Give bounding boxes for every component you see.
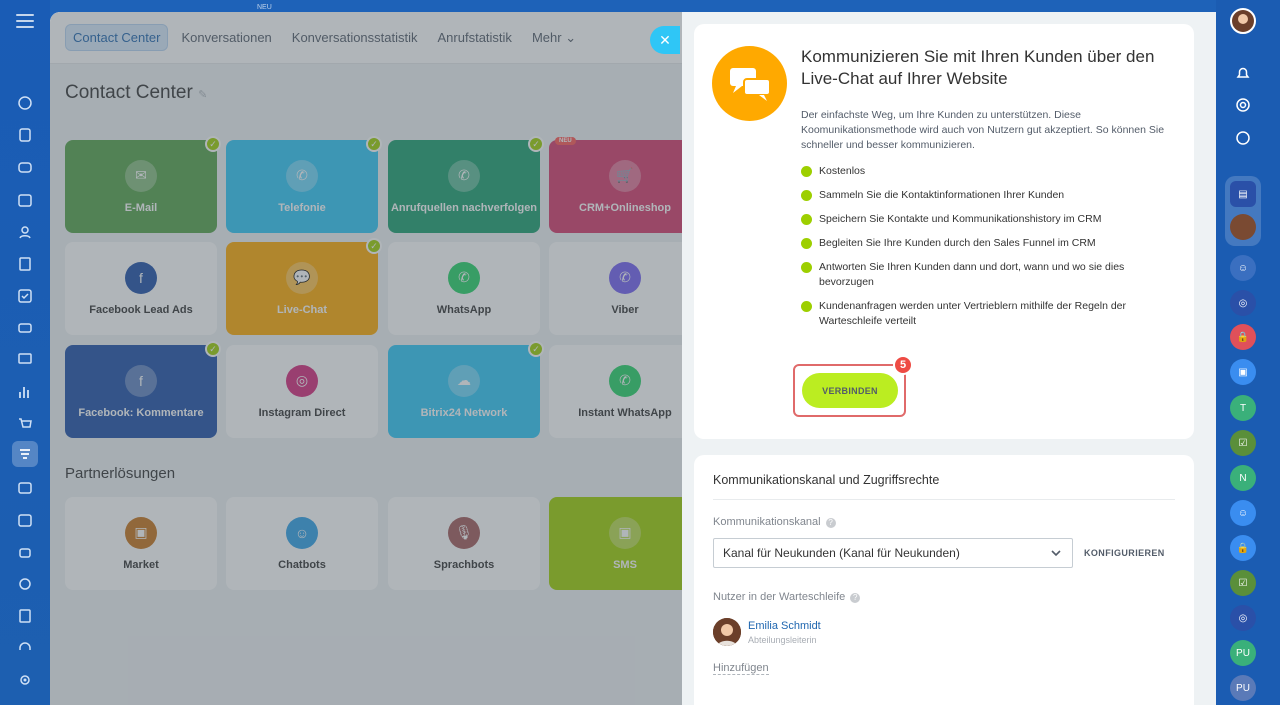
sidebar-item-time[interactable] [12,507,38,533]
avatar [713,618,741,646]
avatar-n[interactable]: N [1230,465,1256,491]
close-icon: ✕ [659,31,671,48]
divider [713,499,1175,500]
chat-icon[interactable]: ▤ [1230,181,1256,207]
new-tag: NEU [257,4,272,11]
sidebar-item-files[interactable] [12,251,38,277]
list-item: Antworten Sie Ihren Kunden dann und dort… [801,260,1171,290]
queue-label: Nutzer in der Warteschleife? [713,591,861,603]
sidebar-item-chat[interactable] [12,155,38,181]
bell-icon[interactable] [1230,60,1256,86]
list-item: Sammeln Sie die Kontaktinformationen Ihr… [801,188,1171,203]
step-badge: 5 [893,355,913,375]
check-icon [801,190,812,201]
sidebar-item-docs[interactable] [12,122,38,148]
sidebar-item-sign[interactable] [12,603,38,629]
settings-card: Kommunikationskanal und Zugriffsrechte K… [694,455,1194,705]
chat-icon [712,46,787,121]
group-avatar[interactable]: ☺ [1230,500,1256,526]
lock-icon[interactable]: 🔒 [1230,324,1256,350]
sidebar-item-shop[interactable] [12,411,38,437]
sidebar-item-automation[interactable] [12,571,38,597]
check-icon [801,166,812,177]
chevron-down-icon [1051,550,1061,557]
radar-icon[interactable] [1230,92,1256,118]
user-role: Abteilungsleiterin [748,635,817,645]
settings-title: Kommunikationskanal und Zugriffsrechte [713,473,940,487]
connect-button[interactable]: VERBINDEN [802,373,898,408]
avatar-pu[interactable]: PU [1230,675,1256,701]
close-panel-button[interactable]: ✕ [650,26,680,54]
connect-highlight: VERBINDEN [793,364,906,417]
sidebar-item-calendar[interactable] [12,187,38,213]
search-chat-icon[interactable] [1230,125,1256,151]
left-sidebar [0,0,50,705]
avatar-t[interactable]: T [1230,395,1256,421]
sidebar-item-groups[interactable] [12,219,38,245]
sidebar-item-crm[interactable] [12,315,38,341]
feature-list: Kostenlos Sammeln Sie die Kontaktinforma… [801,164,1171,338]
help-icon[interactable]: ? [825,518,836,528]
user-name-link[interactable]: Emilia Schmidt [748,620,821,632]
list-item: Speichern Sie Kontakte und Kommunikation… [801,212,1171,227]
right-bar: ▤ ☺ ◎ 🔒 ▣ T ☑ N ☺ 🔒 ☑ ◎ PU PU [1216,0,1280,705]
check-icon [801,262,812,273]
panel-headline: Kommunizieren Sie mit Ihren Kunden über … [801,47,1155,88]
live-chat-panel: Kommunizieren Sie mit Ihren Kunden über … [682,12,1216,705]
channel-select[interactable]: Kanal für Neukunden (Kanal für Neukunden… [713,538,1073,568]
check-icon [801,301,812,312]
sidebar-item-settings[interactable] [12,667,38,693]
task-icon[interactable]: ☑ [1230,430,1256,456]
sidebar-item-feed[interactable] [12,90,38,116]
help-icon[interactable]: ? [850,593,861,603]
group-avatar[interactable]: ☺ [1230,255,1256,281]
sidebar-item-sites[interactable] [12,347,38,373]
sidebar-item-contact-center[interactable] [12,441,38,467]
add-user-link[interactable]: Hinzufügen [713,662,769,675]
configure-button[interactable]: KONFIGURIEREN [1084,548,1165,558]
list-item: Begleiten Sie Ihre Kunden durch den Sale… [801,236,1171,251]
channel-label: Kommunikationskanal? [713,516,836,528]
check-icon [801,214,812,225]
sidebar-item-bots[interactable] [12,539,38,565]
sidebar-item-tasks[interactable] [12,283,38,309]
panel-description: Der einfachste Weg, um Ihre Kunden zu un… [801,109,1165,151]
list-item: Kostenlos [801,164,1171,179]
intro-card: Kommunizieren Sie mit Ihren Kunden über … [694,24,1194,439]
channel-icon[interactable]: ◎ [1230,290,1256,316]
list-item: Kundenanfragen werden unter Vertrieblern… [801,299,1171,329]
channel-icon[interactable]: ◎ [1230,605,1256,631]
avatar-pu[interactable]: PU [1230,640,1256,666]
lock-icon[interactable]: 🔒 [1230,535,1256,561]
sidebar-item-support[interactable] [12,635,38,661]
avatar[interactable] [1230,214,1256,240]
sidebar-item-analytics[interactable] [12,379,38,405]
avatar[interactable] [1230,8,1256,34]
task-icon[interactable]: ☑ [1230,570,1256,596]
menu-icon[interactable] [16,14,34,28]
chat-icon[interactable]: ▣ [1230,359,1256,385]
sidebar-item-marketing[interactable] [12,475,38,501]
check-icon [801,238,812,249]
